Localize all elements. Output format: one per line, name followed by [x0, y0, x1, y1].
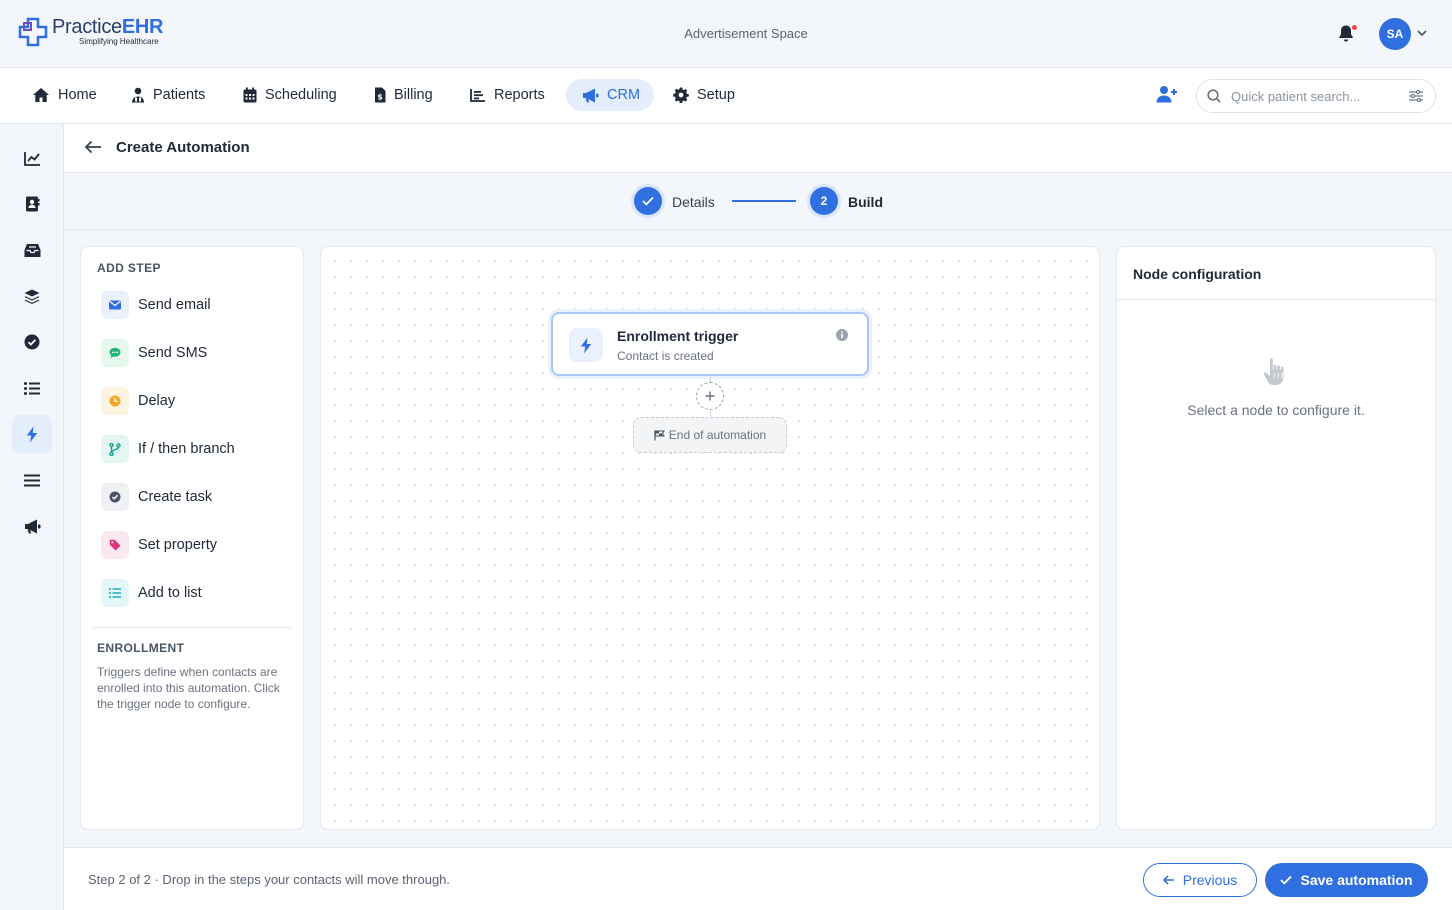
sidebar-campaigns[interactable] — [12, 507, 52, 545]
contact-book-icon — [25, 196, 40, 212]
enrollment-heading: ENROLLMENT — [97, 641, 185, 655]
step-details-label[interactable]: Details — [672, 194, 715, 210]
plus-icon — [705, 391, 715, 401]
list-icon — [24, 381, 40, 395]
svg-text:$: $ — [377, 93, 383, 102]
sidebar-menu[interactable] — [12, 461, 52, 499]
trigger-subtitle: Contact is created — [617, 349, 714, 363]
step-connector — [732, 200, 796, 202]
filter-sliders-icon[interactable] — [1409, 90, 1423, 102]
top-bar: PracticeEHR Simplifying Healthcare Adver… — [0, 0, 1452, 68]
sidebar-analytics[interactable] — [12, 139, 52, 177]
nav-scheduling[interactable]: Scheduling — [233, 79, 347, 111]
footer-status-text: Step 2 of 2 · Drop in the steps your con… — [88, 872, 451, 887]
layers-icon — [24, 289, 40, 304]
megaphone-icon — [583, 88, 599, 102]
nav-crm[interactable]: CRM — [566, 79, 654, 111]
node-configuration-panel: Node configuration Select a node to conf… — [1116, 246, 1436, 830]
nav-home[interactable]: Home — [22, 79, 107, 111]
sidebar-segments[interactable] — [12, 277, 52, 315]
inbox-icon — [24, 243, 40, 257]
nav-billing[interactable]: $ Billing — [364, 79, 443, 111]
sidebar-tasks[interactable] — [12, 323, 52, 361]
megaphone-icon — [24, 519, 40, 533]
reports-icon — [470, 89, 485, 102]
sidebar-contacts[interactable] — [12, 185, 52, 223]
check-circle-icon — [101, 483, 129, 511]
end-of-automation-node: End of automation — [633, 417, 787, 453]
chevron-down-icon[interactable] — [1417, 30, 1427, 36]
chart-line-icon — [23, 151, 40, 166]
trigger-title: Enrollment trigger — [617, 328, 739, 344]
wizard-footer: Step 2 of 2 · Drop in the steps your con… — [64, 847, 1452, 910]
advertisement-space: Advertisement Space — [684, 26, 808, 41]
tag-icon — [101, 531, 129, 559]
node-config-title: Node configuration — [1133, 266, 1262, 282]
mail-icon — [101, 291, 129, 319]
step-build-label[interactable]: Build — [848, 194, 883, 210]
nav-setup[interactable]: Setup — [663, 79, 745, 111]
add-step-send-email[interactable]: Send email — [101, 289, 211, 321]
enrollment-description: Triggers define when contacts are enroll… — [97, 665, 280, 711]
sms-icon — [101, 339, 129, 367]
add-step-branch[interactable]: If / then branch — [101, 433, 235, 465]
list-icon — [101, 579, 129, 607]
bolt-icon — [26, 426, 38, 442]
automation-canvas[interactable]: Enrollment trigger Contact is created En… — [320, 246, 1100, 830]
add-step-panel: ADD STEP Send email Send SMS Delay If / … — [80, 246, 304, 830]
notification-dot — [1352, 25, 1357, 30]
menu-lines-icon — [24, 474, 40, 486]
user-avatar[interactable]: SA — [1379, 18, 1411, 50]
patients-icon — [132, 87, 144, 103]
check-circle-icon — [24, 334, 40, 350]
nav-patients[interactable]: Patients — [121, 79, 215, 111]
home-icon — [33, 88, 49, 102]
sidebar-inbox[interactable] — [12, 231, 52, 269]
calendar-icon — [243, 87, 257, 103]
enrollment-trigger-node[interactable]: Enrollment trigger Contact is created — [551, 312, 869, 376]
back-arrow-icon[interactable] — [84, 140, 102, 154]
search-icon — [1207, 89, 1221, 103]
add-node-button[interactable] — [696, 382, 724, 410]
node-config-empty-text: Select a node to configure it. — [1187, 402, 1365, 418]
pointer-hand-icon — [1260, 355, 1292, 389]
node-config-header: Node configuration — [1117, 247, 1435, 300]
step-details-check[interactable] — [634, 187, 662, 215]
sidebar-lists[interactable] — [12, 369, 52, 407]
gear-icon — [673, 87, 689, 103]
step-build-number[interactable]: 2 — [810, 187, 838, 215]
nav-reports[interactable]: Reports — [460, 79, 555, 111]
clock-icon — [101, 387, 129, 415]
check-icon — [1280, 875, 1293, 885]
page-header: Create Automation — [64, 124, 1452, 173]
page-title: Create Automation — [116, 139, 250, 156]
wizard-stepper: Details 2 Build — [64, 173, 1452, 230]
add-step-set-property[interactable]: Set property — [101, 529, 217, 561]
add-patient-icon[interactable] — [1156, 85, 1178, 103]
branch-icon — [101, 435, 129, 463]
left-sidebar — [0, 124, 64, 910]
info-icon[interactable] — [836, 329, 848, 341]
sidebar-automations[interactable] — [12, 415, 52, 453]
check-icon — [642, 196, 654, 206]
billing-icon: $ — [375, 87, 386, 103]
arrow-left-icon — [1162, 875, 1174, 885]
flag-icon — [654, 429, 665, 440]
panel-divider — [93, 627, 291, 628]
quick-patient-search[interactable] — [1196, 79, 1436, 113]
add-step-add-to-list[interactable]: Add to list — [101, 577, 202, 609]
add-step-delay[interactable]: Delay — [101, 385, 175, 417]
previous-button[interactable]: Previous — [1143, 863, 1257, 897]
add-step-create-task[interactable]: Create task — [101, 481, 212, 513]
save-automation-button[interactable]: Save automation — [1265, 863, 1428, 897]
search-input[interactable] — [1231, 88, 1401, 104]
bolt-icon — [569, 328, 603, 362]
add-step-send-sms[interactable]: Send SMS — [101, 337, 207, 369]
builder-content: ADD STEP Send email Send SMS Delay If / … — [64, 230, 1452, 847]
add-step-heading: ADD STEP — [97, 261, 161, 275]
